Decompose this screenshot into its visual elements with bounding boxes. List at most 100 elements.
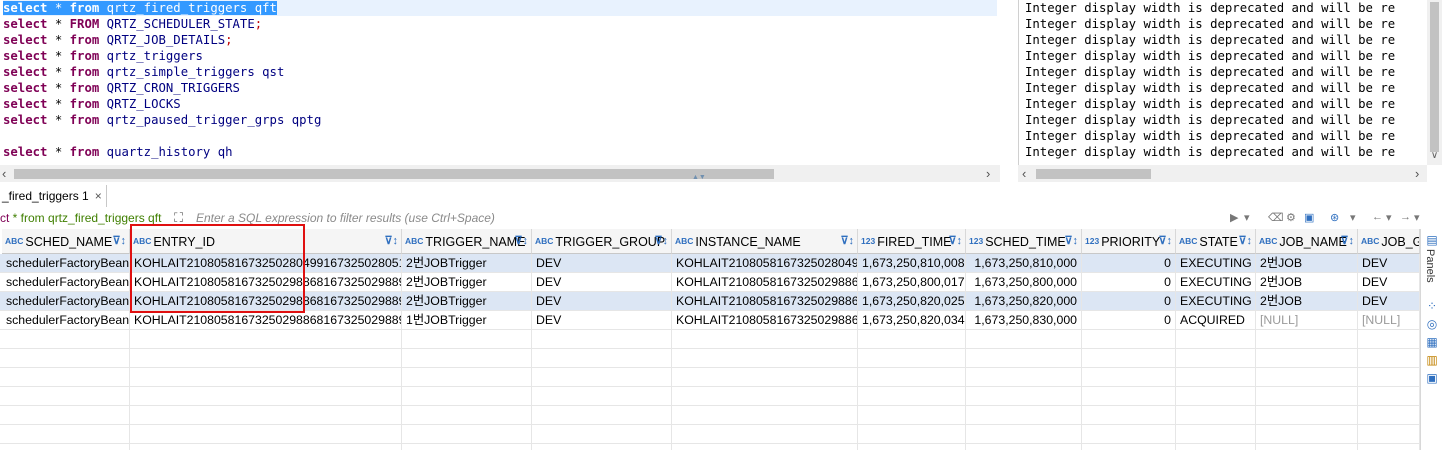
sort-icon[interactable]: ⊽↕ xyxy=(384,229,398,253)
sql-line[interactable]: select * from quartz_history qh xyxy=(3,144,997,160)
sort-icon[interactable]: ⊽↕ xyxy=(1340,229,1354,253)
table-cell[interactable] xyxy=(966,349,1082,368)
column-header-instance-name[interactable]: ABC INSTANCE_NAME ⊽↕ xyxy=(672,229,858,254)
table-cell[interactable]: DEV xyxy=(532,254,672,273)
table-cell[interactable]: KOHLAIT21080581673250298868 xyxy=(672,292,858,311)
filter-erase-icon[interactable]: ⌫ xyxy=(1268,211,1284,224)
panels-icon[interactable]: ▤ xyxy=(1425,233,1439,247)
splitter-toggle-icon[interactable]: ▲▼ xyxy=(692,174,706,181)
table-cell[interactable] xyxy=(2,425,130,444)
sort-icon[interactable]: ⊽↕ xyxy=(112,229,126,253)
sql-line[interactable]: select * from QRTZ_JOB_DETAILS; xyxy=(3,32,997,48)
sort-icon[interactable]: ⊽↕ xyxy=(1064,229,1078,253)
table-cell[interactable] xyxy=(858,387,966,406)
filter-dropdown-icon[interactable]: ▾ xyxy=(1350,211,1356,224)
filter-save-icon[interactable]: ▣ xyxy=(1304,211,1314,224)
table-cell[interactable] xyxy=(130,444,402,450)
table-cell[interactable] xyxy=(130,425,402,444)
table-cell[interactable] xyxy=(1358,406,1420,425)
sql-line[interactable]: select * from qrtz_simple_triggers qst xyxy=(3,64,997,80)
table-cell[interactable] xyxy=(2,444,130,450)
table-cell[interactable] xyxy=(672,330,858,349)
metadata-panel-icon[interactable]: ◎ xyxy=(1425,317,1439,331)
table-row[interactable] xyxy=(0,425,1420,444)
console-scroll-left-icon[interactable]: ‹ xyxy=(1022,165,1026,182)
table-cell[interactable] xyxy=(858,444,966,450)
panels-label[interactable]: Panels xyxy=(1424,249,1436,283)
table-cell[interactable] xyxy=(532,368,672,387)
table-cell[interactable] xyxy=(130,406,402,425)
table-cell[interactable]: schedulerFactoryBean xyxy=(2,311,130,330)
table-cell[interactable] xyxy=(1256,444,1358,450)
table-cell[interactable]: 1,673,250,800,000 xyxy=(966,273,1082,292)
console-scroll-right-icon[interactable]: › xyxy=(1415,165,1419,182)
column-header-job-name[interactable]: ABC JOB_NAME ⊽↕ xyxy=(1256,229,1358,254)
column-header-trigger-name[interactable]: ABC TRIGGER_NAME ⊽↕ xyxy=(402,229,532,254)
table-cell[interactable] xyxy=(858,406,966,425)
table-cell[interactable] xyxy=(402,387,532,406)
console-vertical-scrollbar[interactable] xyxy=(1427,0,1442,165)
table-cell[interactable]: EXECUTING xyxy=(1176,292,1256,311)
table-cell[interactable] xyxy=(672,368,858,387)
sql-line[interactable] xyxy=(3,128,997,144)
column-header-job-gr[interactable]: ABCJOB_GR xyxy=(1358,229,1420,254)
table-cell[interactable]: DEV xyxy=(532,273,672,292)
table-cell[interactable] xyxy=(1256,330,1358,349)
close-icon[interactable]: × xyxy=(95,189,102,203)
table-row[interactable] xyxy=(0,406,1420,425)
column-header-sched-time[interactable]: 123 SCHED_TIME ⊽↕ xyxy=(966,229,1082,254)
table-row[interactable]: schedulerFactoryBean KOHLAIT2108058167325… xyxy=(0,311,1420,330)
table-cell[interactable] xyxy=(1176,444,1256,450)
table-cell[interactable] xyxy=(402,368,532,387)
table-cell[interactable] xyxy=(1256,387,1358,406)
table-cell[interactable]: 2번JOB xyxy=(1256,292,1358,311)
table-row[interactable] xyxy=(0,387,1420,406)
table-cell[interactable] xyxy=(1176,406,1256,425)
console-horizontal-scrollbar[interactable] xyxy=(1018,165,1427,182)
table-cell[interactable] xyxy=(1256,406,1358,425)
table-cell[interactable] xyxy=(1256,368,1358,387)
table-cell[interactable] xyxy=(1256,349,1358,368)
table-cell[interactable] xyxy=(532,406,672,425)
table-cell[interactable]: EXECUTING xyxy=(1176,273,1256,292)
table-cell[interactable]: schedulerFactoryBean xyxy=(2,254,130,273)
table-cell[interactable] xyxy=(130,387,402,406)
value-panel-icon[interactable]: ⁘ xyxy=(1425,299,1439,313)
table-cell[interactable]: 2번JOBTrigger xyxy=(402,292,532,311)
sql-editor[interactable]: select * from qrtz_fired_triggers qft sel… xyxy=(0,0,1000,165)
table-cell[interactable] xyxy=(402,425,532,444)
table-cell[interactable] xyxy=(966,444,1082,450)
table-cell[interactable]: [NULL] xyxy=(1358,311,1420,330)
sort-icon[interactable]: ⊽↕ xyxy=(1238,229,1252,253)
table-cell[interactable]: DEV xyxy=(1358,292,1420,311)
table-cell[interactable] xyxy=(130,368,402,387)
table-cell[interactable]: 0 xyxy=(1082,292,1176,311)
table-cell[interactable]: 2번JOB xyxy=(1256,273,1358,292)
table-cell[interactable] xyxy=(1176,368,1256,387)
sort-icon[interactable]: ⊽↕ xyxy=(1158,229,1172,253)
column-header-priority[interactable]: 123 PRIORITY ⊽↕ xyxy=(1082,229,1176,254)
table-row[interactable] xyxy=(0,349,1420,368)
forward-dropdown-icon[interactable]: ▾ xyxy=(1414,211,1420,224)
table-cell[interactable] xyxy=(1082,425,1176,444)
sql-line[interactable]: select * from qrtz_paused_trigger_grps q… xyxy=(3,112,997,128)
table-cell[interactable] xyxy=(532,444,672,450)
table-cell[interactable] xyxy=(1358,444,1420,450)
sort-icon[interactable]: ⊽↕ xyxy=(840,229,854,253)
table-cell[interactable] xyxy=(1176,425,1256,444)
table-cell[interactable] xyxy=(130,330,402,349)
console-scroll-down-icon[interactable]: ∨ xyxy=(1427,150,1442,161)
table-cell[interactable]: KOHLAIT21080581673250298868 xyxy=(672,311,858,330)
table-cell[interactable] xyxy=(532,425,672,444)
table-cell[interactable] xyxy=(1082,368,1176,387)
table-cell[interactable]: 1,673,250,800,017 xyxy=(858,273,966,292)
column-header-fired-time[interactable]: 123 FIRED_TIME ⊽↕ xyxy=(858,229,966,254)
table-cell[interactable] xyxy=(1176,349,1256,368)
table-row[interactable] xyxy=(0,330,1420,349)
column-header-state[interactable]: ABC STATE ⊽↕ xyxy=(1176,229,1256,254)
table-cell[interactable] xyxy=(672,444,858,450)
filter-settings-icon[interactable]: ⚙ xyxy=(1286,211,1296,224)
table-cell[interactable] xyxy=(1358,349,1420,368)
table-cell[interactable] xyxy=(1082,387,1176,406)
editor-horizontal-scrollbar[interactable] xyxy=(0,165,1000,182)
